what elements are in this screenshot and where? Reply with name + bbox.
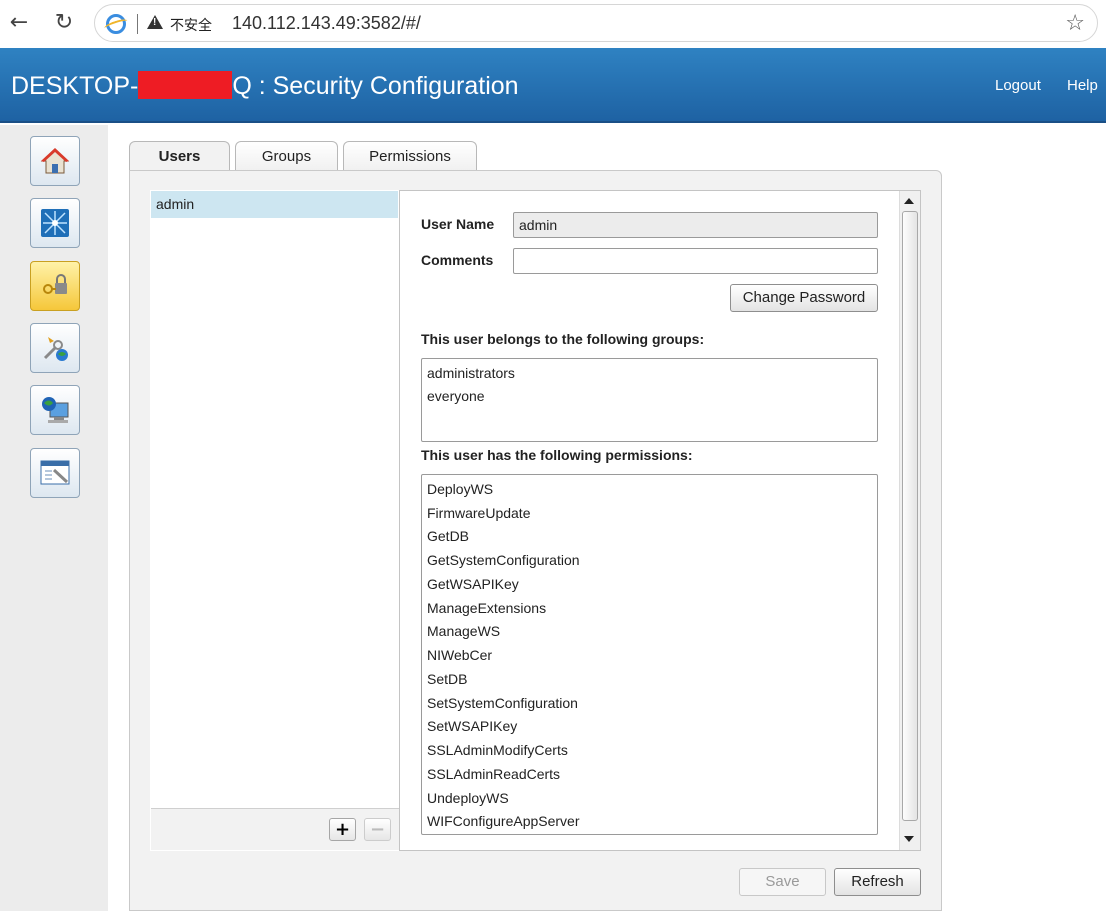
page-title: DESKTOP- Q : Security Configuration: [11, 71, 519, 101]
list-item[interactable]: SetWSAPIKey: [427, 718, 517, 734]
list-item[interactable]: UndeployWS: [427, 790, 509, 806]
list-item[interactable]: SSLAdminReadCerts: [427, 766, 560, 782]
home-icon: [40, 148, 70, 174]
address-divider: [137, 14, 138, 34]
title-prefix: DESKTOP-: [11, 72, 139, 100]
sidebar-item-network[interactable]: [30, 198, 80, 248]
vertical-scrollbar[interactable]: [899, 191, 920, 850]
save-button[interactable]: Save: [739, 868, 826, 896]
sidebar-item-security[interactable]: [30, 261, 80, 311]
warning-icon: [147, 15, 163, 29]
user-list: admin + −: [150, 190, 400, 851]
back-arrow-icon[interactable]: ←: [6, 10, 32, 36]
comments-field[interactable]: [513, 248, 878, 274]
redaction-block: [138, 71, 233, 99]
list-item[interactable]: ManageExtensions: [427, 600, 546, 616]
logout-link[interactable]: Logout: [995, 77, 1041, 94]
ie-mode-icon[interactable]: [106, 14, 126, 34]
list-item[interactable]: ManageWS: [427, 623, 500, 639]
tab-users[interactable]: Users: [129, 141, 230, 172]
change-password-button[interactable]: Change Password: [730, 284, 878, 312]
list-item[interactable]: DeployWS: [427, 481, 493, 497]
address-bar[interactable]: 不安全 140.112.143.49:3582/#/ ☆: [94, 4, 1098, 42]
reload-icon[interactable]: ↻: [51, 10, 77, 36]
list-item[interactable]: SetSystemConfiguration: [427, 695, 578, 711]
settings-window-icon: [40, 460, 70, 485]
list-item[interactable]: administrators: [427, 365, 515, 381]
security-label[interactable]: 不安全: [170, 15, 212, 35]
browser-toolbar: ← ↻ 不安全 140.112.143.49:3582/#/ ☆: [0, 0, 1106, 48]
tab-permissions[interactable]: Permissions: [343, 141, 477, 171]
sidebar-item-home[interactable]: [30, 136, 80, 186]
sidebar-item-tools-web[interactable]: [30, 323, 80, 373]
app-header: DESKTOP- Q : Security Configuration Logou…: [0, 48, 1106, 123]
list-item[interactable]: GetSystemConfiguration: [427, 552, 580, 568]
username-label: User Name: [421, 216, 495, 232]
remove-user-button[interactable]: −: [364, 818, 391, 841]
list-item[interactable]: GetWSAPIKey: [427, 576, 519, 592]
list-item[interactable]: GetDB: [427, 528, 469, 544]
user-list-footer: + −: [151, 808, 399, 850]
scroll-thumb[interactable]: [902, 211, 918, 821]
permissions-heading: This user has the following permissions:: [421, 447, 693, 463]
list-item[interactable]: SSLAdminModifyCerts: [427, 742, 568, 758]
groups-heading: This user belongs to the following group…: [421, 331, 705, 347]
tab-groups[interactable]: Groups: [235, 141, 338, 171]
list-item[interactable]: FirmwareUpdate: [427, 505, 530, 521]
list-item[interactable]: WIFConfigureAppServer: [427, 813, 580, 829]
lock-key-icon: [43, 274, 67, 294]
list-item[interactable]: everyone: [427, 388, 485, 404]
add-user-button[interactable]: +: [329, 818, 356, 841]
globe-computer-icon: [42, 397, 69, 423]
sidebar-item-remote-system[interactable]: [30, 385, 80, 435]
url-text[interactable]: 140.112.143.49:3582/#/: [232, 13, 421, 34]
title-suffix: Q : Security Configuration: [232, 72, 519, 100]
refresh-button[interactable]: Refresh: [834, 868, 921, 896]
wrench-globe-icon: [43, 337, 68, 361]
sidebar-item-configuration[interactable]: [30, 448, 80, 498]
permissions-list[interactable]: DeployWS FirmwareUpdate GetDB GetSystemC…: [421, 474, 878, 835]
list-item[interactable]: SetDB: [427, 671, 467, 687]
list-item[interactable]: NIWebCer: [427, 647, 492, 663]
favorite-star-icon[interactable]: ☆: [1065, 11, 1085, 36]
network-icon: [41, 209, 69, 237]
sidebar: [0, 125, 108, 911]
help-link[interactable]: Help: [1067, 77, 1098, 94]
comments-label: Comments: [421, 252, 494, 268]
scroll-up-arrow-icon[interactable]: [904, 198, 914, 204]
scroll-down-arrow-icon[interactable]: [904, 836, 914, 842]
list-item-admin[interactable]: admin: [151, 191, 398, 218]
groups-list[interactable]: administrators everyone: [421, 358, 878, 442]
username-field[interactable]: admin: [513, 212, 878, 238]
